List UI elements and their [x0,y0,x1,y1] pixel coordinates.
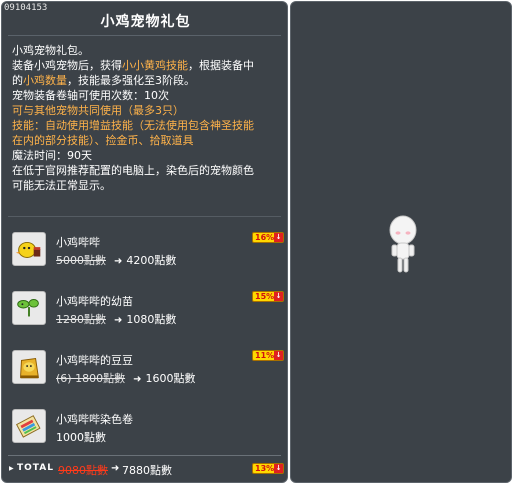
desc-text: 装备小鸡宠物后，获得 [12,59,122,72]
down-arrow-icon: ↓ [274,233,283,242]
chick-pet-icon [12,232,46,266]
title-divider [8,35,281,36]
item-name: 小鸡哔哔染色卷 [56,413,133,426]
item-info-panel: 09104153 小鸡宠物礼包 小鸡宠物礼包。 装备小鸡宠物后，获得小小黄鸡技能… [1,1,288,483]
total-divider [8,455,281,456]
discount-badge: 16% ↓ [252,232,284,243]
original-price: 5000點數 [56,254,106,267]
total-original-price: 9080點數 [58,464,108,477]
arrow-icon: ➜ [114,256,123,267]
item-name: 小鸡哔哔 [56,236,100,249]
item-name: 小鸡哔哔的幼苗 [56,295,133,308]
item-title: 小鸡宠物礼包 [100,14,191,30]
desc-line: 可能无法正常显示。 [12,179,111,192]
character-avatar [386,212,420,276]
package-item-row[interactable]: 小鸡哔哔 5000點數 ➜ 4200點數 16% ↓ [12,229,284,273]
discount-badge: 11% ↓ [252,350,284,361]
down-arrow-icon: ↓ [274,351,283,360]
bean-sack-icon [12,350,46,384]
discount-percent: 16% [255,233,275,242]
total-discount-badge: 13% ↓ [252,463,284,474]
package-item-row[interactable]: 小鸡哔哔染色卷 1000點數 [12,406,284,450]
desc-line: 技能：自动使用增益技能（无法使用包含神圣技能 [12,119,254,132]
sale-price: 1000點數 [56,431,106,444]
desc-line: 宠物装备卷轴可使用次数：10次 [12,89,169,102]
desc-line: 小鸡宠物礼包。 [12,44,89,57]
item-description: 小鸡宠物礼包。 装备小鸡宠物后，获得小小黄鸡技能，根据装备中 的小鸡数量，技能最… [12,43,280,193]
total-marker-icon: ▶ [9,465,14,472]
original-price: (6) 1800點數 [56,372,126,385]
discount-badge: 15% ↓ [252,291,284,302]
down-arrow-icon: ↓ [274,464,283,473]
desc-line: 装备小鸡宠物后，获得小小黄鸡技能，根据装备中 [12,58,280,73]
sale-price: 1600點數 [145,372,196,385]
package-item-row[interactable]: 小鸡哔哔的幼苗 1280點數 ➜ 1080點數 15% ↓ [12,288,284,332]
total-label: TOTAL [17,463,54,473]
desc-line: 魔法时间：90天 [12,149,92,162]
desc-highlight: 小鸡数量 [23,74,67,87]
dye-scroll-icon [12,409,46,443]
arrow-icon: ➜ [133,374,142,385]
item-price: (6) 1800點數 ➜ 1600點數 [56,370,195,386]
desc-text: ，技能最多强化至3阶段。 [67,74,195,87]
item-price: 1280點數 ➜ 1080點數 [56,311,176,327]
desc-line: 在低于官网推荐配置的电脑上，染色后的宠物颜色 [12,164,254,177]
item-name: 小鸡哔哔的豆豆 [56,354,133,367]
character-preview-panel [290,1,512,483]
original-price: 1280點數 [56,313,106,326]
sprout-icon [12,291,46,325]
item-price: 1000點數 [56,429,106,445]
sale-price: 1080點數 [126,313,177,326]
item-price: 5000點數 ➜ 4200點數 [56,252,176,268]
desc-highlight: 小小黄鸡技能 [122,59,188,72]
discount-percent: 13% [255,464,275,473]
sale-price: 4200點數 [126,254,177,267]
arrow-icon: ➜ [111,463,120,474]
desc-line: 的小鸡数量，技能最多强化至3阶段。 [12,73,280,88]
arrow-icon: ➜ [114,315,123,326]
discount-percent: 11% [255,351,275,360]
description-divider [8,216,281,217]
desc-text: 的 [12,74,23,87]
package-item-row[interactable]: 小鸡哔哔的豆豆 (6) 1800點數 ➜ 1600點數 11% ↓ [12,347,284,391]
total-sale-price: 7880點數 [122,464,172,477]
discount-percent: 15% [255,292,275,301]
desc-text: ，根据装备中 [188,59,254,72]
down-arrow-icon: ↓ [274,292,283,301]
desc-line: 可与其他宠物共同使用（最多3只） [12,104,184,117]
desc-line: 在内的部分技能）、捡金币、拾取道具 [12,134,194,147]
